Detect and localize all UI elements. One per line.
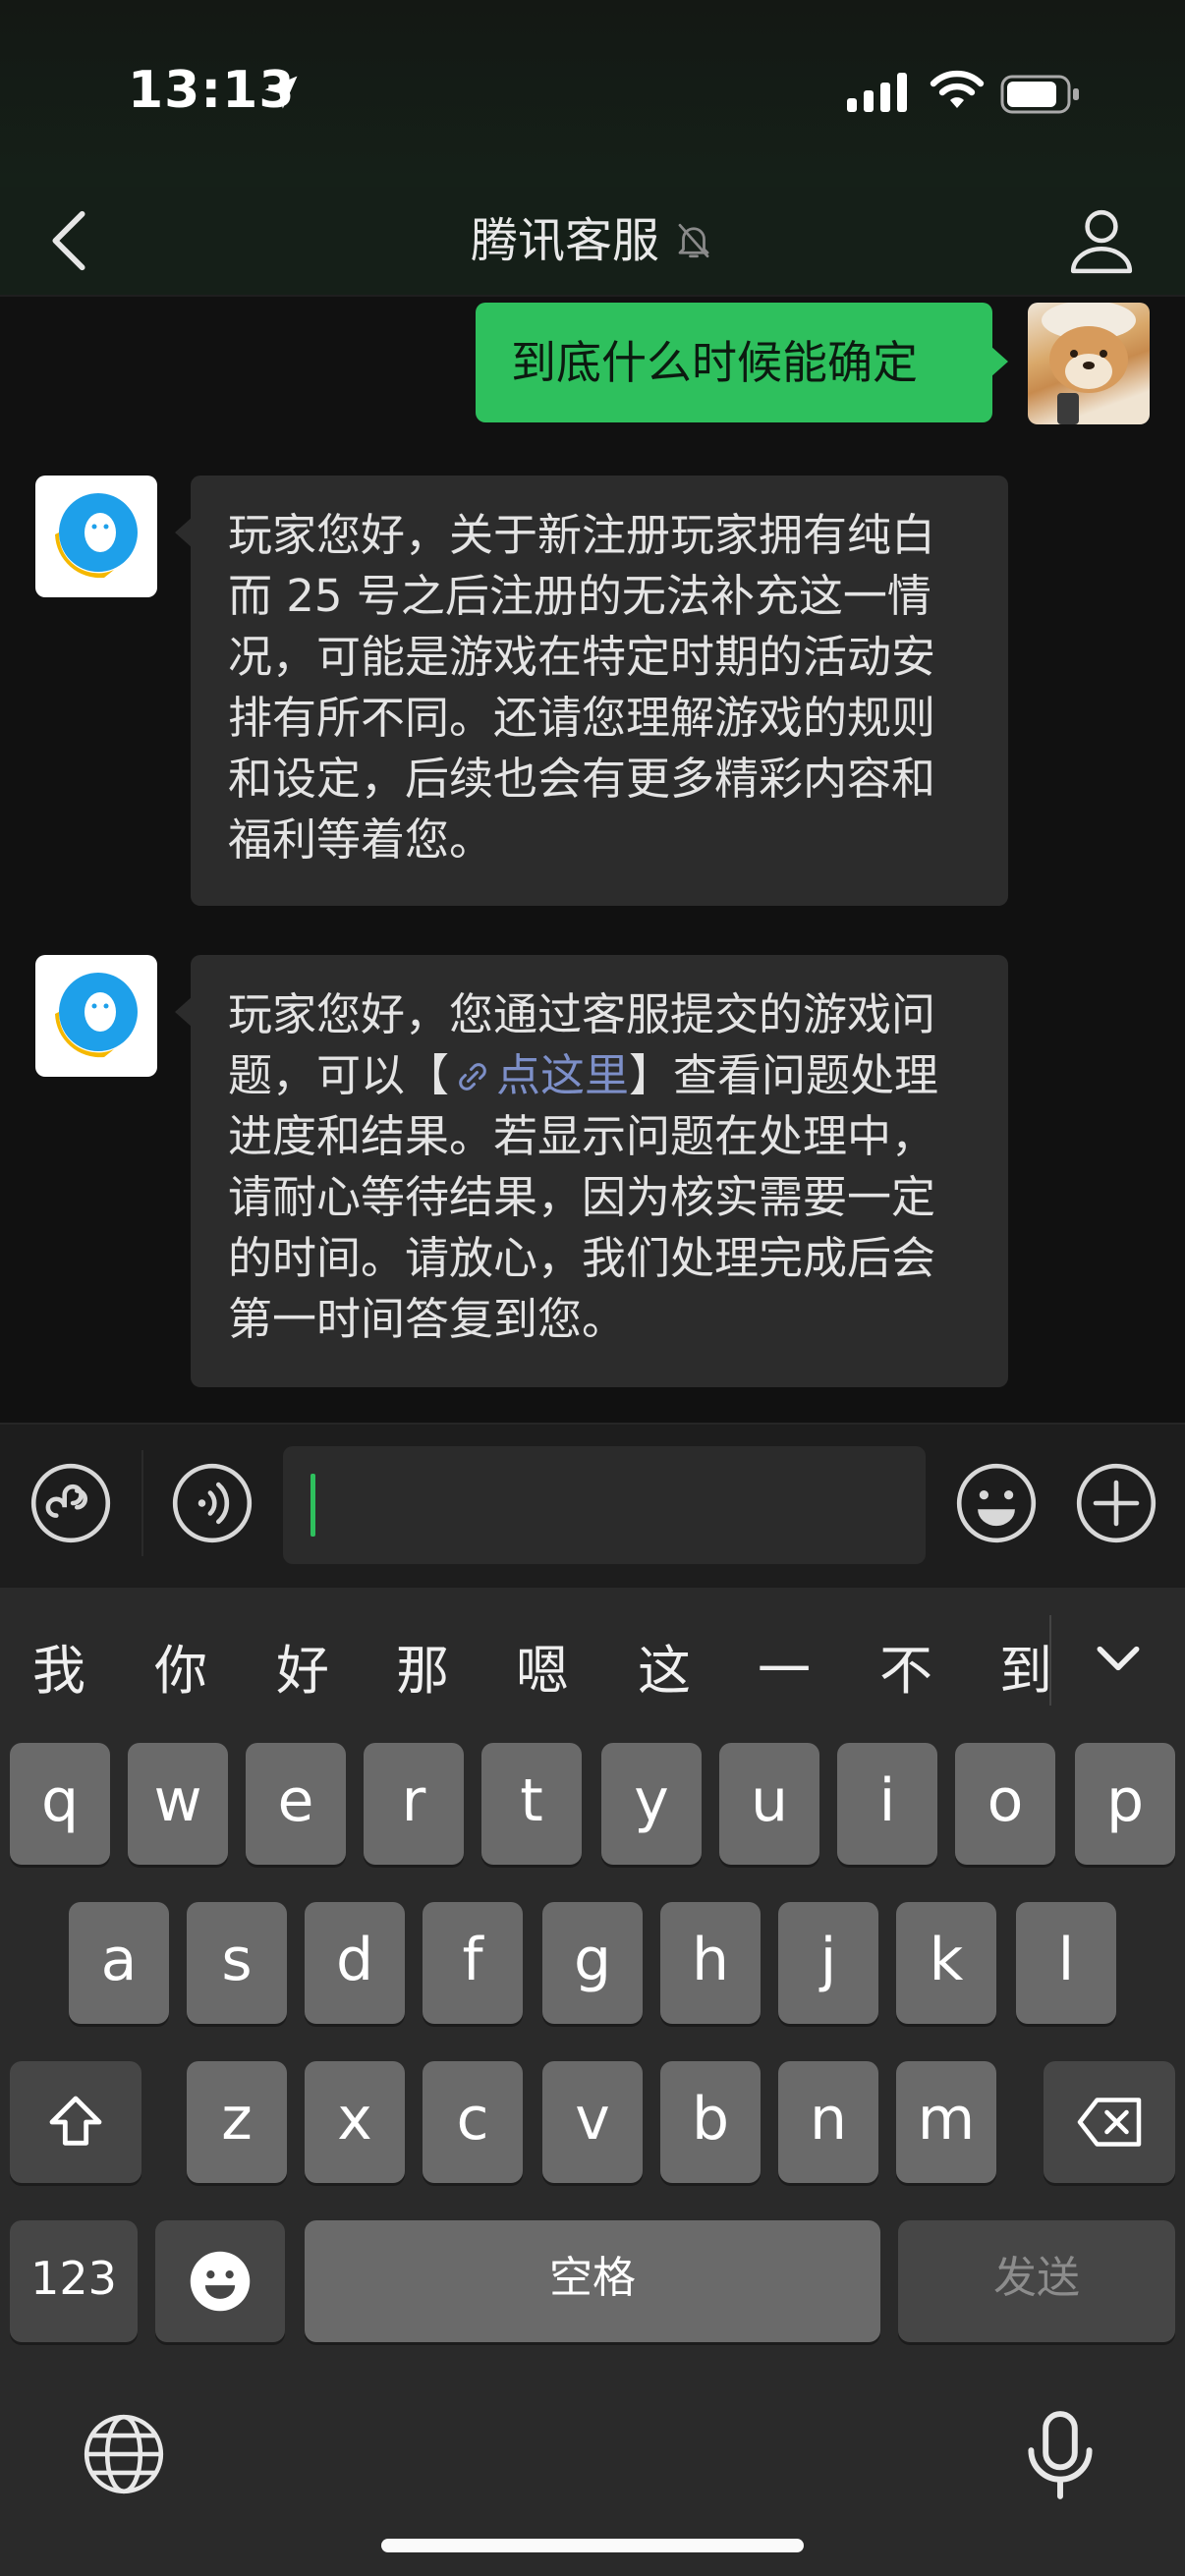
- candidate-word[interactable]: 嗯: [503, 1627, 582, 1705]
- emoji-face-icon: [190, 2251, 251, 2312]
- key-x[interactable]: x: [305, 2061, 405, 2183]
- input-divider: [141, 1450, 143, 1556]
- space-key[interactable]: 空格: [305, 2220, 880, 2342]
- status-bar: 13:13: [0, 0, 1185, 187]
- key-e[interactable]: e: [246, 1743, 346, 1865]
- shift-icon: [49, 2096, 102, 2146]
- backspace-icon: [1077, 2098, 1142, 2147]
- key-b[interactable]: b: [660, 2061, 761, 2183]
- input-bar: [0, 1423, 1185, 1588]
- plus-icon[interactable]: [1075, 1462, 1157, 1544]
- nav-bar: 腾讯客服: [0, 187, 1185, 297]
- candidate-word[interactable]: 一: [745, 1627, 823, 1705]
- candidate-word[interactable]: 不: [867, 1627, 945, 1705]
- chat-title: 腾讯客服: [470, 213, 659, 268]
- message-input[interactable]: [283, 1446, 926, 1564]
- microphone-icon[interactable]: [1024, 2409, 1097, 2501]
- incoming-message-bubble[interactable]: 玩家您好，您通过客服提交的游戏问题，可以【 点这里】查看问题处理进度和结果。若显示…: [175, 955, 1008, 1387]
- key-f[interactable]: f: [423, 1902, 523, 2024]
- shift-key[interactable]: [10, 2061, 141, 2183]
- key-m[interactable]: m: [896, 2061, 996, 2183]
- chat-message-list[interactable]: 到底什么时候能确定 玩家您好，关于新注册玩家拥有纯白而 25 号之后注册的无法补…: [0, 297, 1185, 1423]
- candidate-word[interactable]: 我: [20, 1627, 98, 1705]
- key-q[interactable]: q: [10, 1743, 110, 1865]
- key-a[interactable]: a: [69, 1902, 169, 2024]
- qq-service-logo-icon: [55, 493, 138, 579]
- qq-service-logo-icon: [55, 973, 138, 1058]
- key-u[interactable]: u: [719, 1743, 819, 1865]
- battery-icon: [1000, 75, 1079, 114]
- globe-icon[interactable]: [83, 2413, 165, 2495]
- view-progress-link[interactable]: 点这里: [496, 1049, 629, 1101]
- home-indicator[interactable]: [381, 2539, 804, 2552]
- candidate-divider: [1049, 1615, 1051, 1706]
- chat-title-area: 腾讯客服: [0, 206, 1185, 275]
- candidate-word[interactable]: 你: [141, 1627, 220, 1705]
- key-k[interactable]: k: [896, 1902, 996, 2024]
- key-y[interactable]: y: [601, 1743, 702, 1865]
- key-z[interactable]: z: [187, 2061, 287, 2183]
- numbers-key[interactable]: 123: [10, 2220, 138, 2342]
- signal-icon: [847, 73, 907, 112]
- send-key[interactable]: 发送: [898, 2220, 1175, 2342]
- mini-program-icon[interactable]: [29, 1462, 112, 1544]
- link-icon: [459, 1063, 486, 1091]
- location-arrow-icon: [264, 76, 298, 109]
- key-i[interactable]: i: [837, 1743, 937, 1865]
- key-g[interactable]: g: [542, 1902, 643, 2024]
- candidate-word[interactable]: 到: [987, 1627, 1065, 1705]
- keyboard: 我 你 好 那 嗯 这 一 不 到 q w e r t y u i o p a …: [0, 1588, 1185, 2576]
- key-p[interactable]: p: [1075, 1743, 1175, 1865]
- key-w[interactable]: w: [128, 1743, 228, 1865]
- mute-bell-icon: [678, 223, 709, 258]
- key-v[interactable]: v: [542, 2061, 643, 2183]
- candidate-word[interactable]: 那: [383, 1627, 462, 1705]
- key-s[interactable]: s: [187, 1902, 287, 2024]
- incoming-message-bubble[interactable]: 玩家您好，关于新注册玩家拥有纯白而 25 号之后注册的无法补充这一情况，可能是游…: [175, 476, 1008, 906]
- key-l[interactable]: l: [1016, 1902, 1116, 2024]
- dog-avatar-image: [1042, 303, 1136, 424]
- outgoing-message-bubble[interactable]: 到底什么时候能确定: [476, 303, 1008, 422]
- self-avatar[interactable]: [1028, 303, 1150, 424]
- key-r[interactable]: r: [364, 1743, 464, 1865]
- emoji-key[interactable]: [155, 2220, 285, 2342]
- key-o[interactable]: o: [955, 1743, 1055, 1865]
- key-j[interactable]: j: [778, 1902, 878, 2024]
- key-d[interactable]: d: [305, 1902, 405, 2024]
- candidate-word[interactable]: 这: [625, 1627, 704, 1705]
- candidate-word[interactable]: 好: [263, 1627, 342, 1705]
- wifi-icon: [930, 70, 985, 108]
- text-caret: [310, 1474, 315, 1537]
- backspace-key[interactable]: [1044, 2061, 1175, 2183]
- key-t[interactable]: t: [481, 1743, 582, 1865]
- profile-icon[interactable]: [1069, 206, 1134, 275]
- service-avatar[interactable]: [35, 476, 157, 597]
- key-h[interactable]: h: [660, 1902, 761, 2024]
- message-text: 玩家您好，关于新注册玩家拥有纯白而 25 号之后注册的无法补充这一情况，可能是游…: [228, 509, 936, 866]
- service-avatar[interactable]: [35, 955, 157, 1077]
- key-c[interactable]: c: [423, 2061, 523, 2183]
- voice-icon[interactable]: [171, 1462, 254, 1544]
- chevron-down-icon[interactable]: [1091, 1631, 1146, 1686]
- emoji-icon[interactable]: [955, 1462, 1038, 1544]
- candidate-bar: 我 你 好 那 嗯 这 一 不 到: [0, 1588, 1185, 1735]
- key-n[interactable]: n: [778, 2061, 878, 2183]
